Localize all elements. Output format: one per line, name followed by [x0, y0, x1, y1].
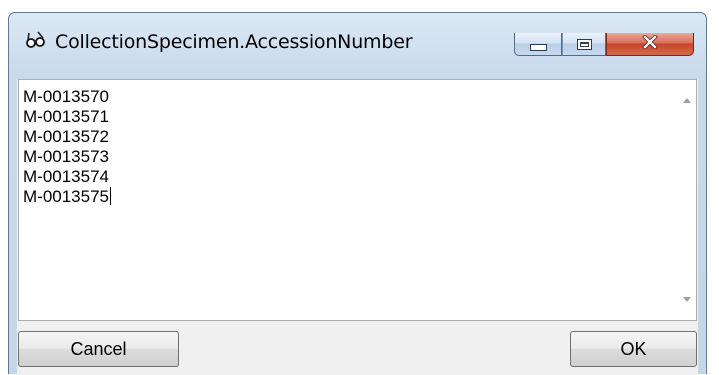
- accession-number-textarea[interactable]: M-0013570 M-0013571 M-0013572 M-0013573 …: [18, 79, 697, 321]
- scroll-up-arrow-icon[interactable]: [683, 98, 691, 103]
- text-line: M-0013572: [23, 127, 110, 146]
- maximize-icon: [576, 38, 592, 50]
- minimize-icon: [529, 43, 547, 51]
- minimize-button[interactable]: [514, 33, 562, 56]
- ok-button[interactable]: OK: [570, 331, 697, 367]
- text-line: M-0013574: [23, 167, 110, 186]
- vertical-scrollbar[interactable]: [679, 80, 696, 320]
- title-bar[interactable]: CollectionSpecimen.AccessionNumber: [9, 13, 706, 59]
- text-line-value: M-0013575: [23, 187, 110, 206]
- cancel-button[interactable]: Cancel: [18, 331, 179, 367]
- glasses-icon: [26, 31, 46, 49]
- scroll-down-arrow-icon[interactable]: [683, 297, 691, 302]
- dialog-client-area: M-0013570 M-0013571 M-0013572 M-0013573 …: [17, 79, 698, 375]
- close-button[interactable]: [606, 33, 694, 56]
- window-title: CollectionSpecimen.AccessionNumber: [55, 31, 413, 53]
- text-caret: [110, 187, 112, 205]
- close-icon: [642, 33, 658, 54]
- text-line: M-0013571: [23, 107, 110, 126]
- text-line-last: M-0013575: [23, 187, 112, 207]
- text-line: M-0013570: [23, 87, 110, 106]
- dialog-window: CollectionSpecimen.AccessionNumber M-001…: [8, 12, 707, 375]
- text-line: M-0013573: [23, 147, 110, 166]
- maximize-button[interactable]: [562, 33, 606, 56]
- text-content: M-0013570 M-0013571 M-0013572 M-0013573 …: [23, 87, 112, 207]
